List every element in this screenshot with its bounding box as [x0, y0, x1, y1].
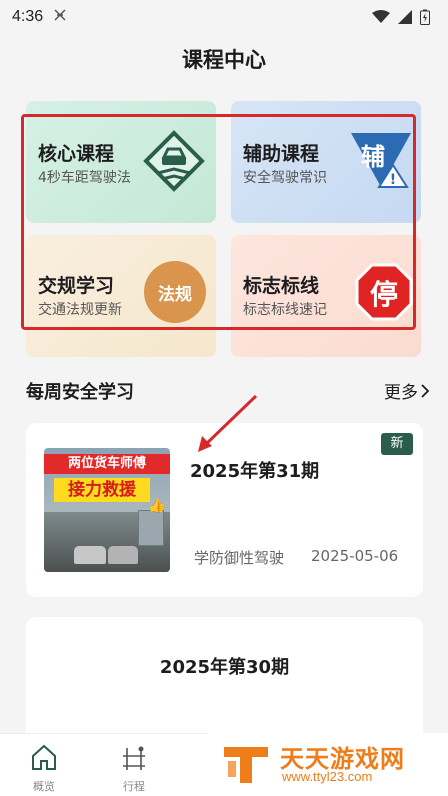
car-distance-icon	[143, 130, 205, 192]
annotation-arrow-icon	[198, 394, 258, 452]
lesson-title: 2025年第31期	[190, 461, 320, 482]
wifi-icon	[372, 10, 390, 23]
card-title: 辅助课程	[243, 143, 320, 165]
chevron-right-icon	[421, 383, 430, 398]
watermark-logo-icon	[224, 747, 268, 783]
battery-icon	[420, 9, 430, 25]
signal-icon	[398, 10, 412, 24]
auxiliary-course-card[interactable]: 辅助课程 安全驾驶常识 ! 辅	[231, 101, 421, 223]
status-time: 4:36	[12, 8, 44, 25]
section-title: 每周安全学习	[26, 382, 134, 403]
new-badge: 新	[381, 433, 413, 455]
auxiliary-sign-text: 辅	[361, 143, 385, 171]
card-subtitle: 标志标线速记	[243, 302, 327, 318]
nav-overview[interactable]: 概览	[14, 734, 74, 794]
regulation-badge-icon: 法规	[144, 261, 206, 323]
page-title: 课程中心	[182, 48, 266, 72]
card-subtitle: 4秒车距驾驶法	[38, 170, 131, 186]
card-subtitle: 交通法规更新	[38, 302, 122, 318]
stop-sign-icon: 停	[355, 263, 413, 321]
notification-icon	[53, 8, 67, 26]
card-subtitle: 安全驾驶常识	[243, 170, 327, 186]
lesson-title: 2025年第30期	[159, 657, 290, 678]
lesson-thumbnail: 两位货车师傅 接力救援 👍	[44, 448, 170, 572]
status-bar: 4:36	[0, 0, 448, 34]
more-label: 更多	[384, 383, 418, 403]
more-link[interactable]: 更多	[384, 378, 430, 403]
route-icon	[123, 746, 145, 770]
card-title: 标志标线	[243, 275, 320, 297]
lesson-date: 2025-05-06	[311, 547, 399, 565]
lesson-category: 学防御性驾驶	[194, 549, 285, 567]
site-watermark: 天天游戏网 www.ttyl23.com	[208, 733, 448, 796]
core-course-card[interactable]: 核心课程 4秒车距驾驶法	[26, 101, 216, 223]
auxiliary-sign-icon: ! 辅	[349, 129, 413, 189]
home-icon	[32, 744, 56, 770]
svg-text:!: !	[390, 172, 396, 188]
regulation-badge-text: 法规	[158, 284, 192, 305]
card-title: 交规学习	[38, 275, 115, 297]
watermark-url: www.ttyl23.com	[282, 769, 373, 784]
thumbnail-caption: 接力救援	[54, 478, 150, 502]
thumbs-up-icon: 👍	[148, 498, 166, 514]
traffic-rules-card[interactable]: 交规学习 交通法规更新 法规	[26, 235, 216, 357]
nav-label: 概览	[33, 780, 55, 793]
card-title: 核心课程	[38, 143, 115, 165]
stop-sign-text: 停	[369, 278, 398, 311]
thumbnail-caption: 两位货车师傅	[44, 454, 170, 474]
signs-markings-card[interactable]: 标志标线 标志标线速记 停	[231, 235, 421, 357]
thumbnail-truck	[138, 510, 164, 546]
nav-label: 行程	[123, 780, 145, 793]
thumbnail-car	[108, 546, 138, 564]
nav-route[interactable]: 行程	[104, 734, 164, 794]
thumbnail-car	[74, 546, 106, 564]
